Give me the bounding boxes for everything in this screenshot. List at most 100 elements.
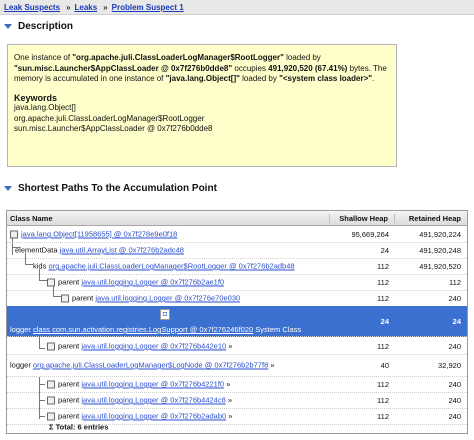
- table-row[interactable]: parent java.util.logging.Logger @ 0x7f27…: [7, 392, 467, 409]
- table-header: Class Name Shallow Heap Retained Heap: [7, 211, 467, 226]
- row-link[interactable]: org.apache.juli.ClassLoaderLogManager$Ro…: [48, 262, 294, 271]
- collapse-triangle-icon: [4, 24, 12, 29]
- total-entries: Total: 6 entries: [55, 422, 109, 432]
- sigma-icon: Σ: [49, 422, 54, 432]
- shallow-heap-value: 95,669,264: [351, 229, 389, 239]
- row-field-name: logger: [10, 360, 31, 370]
- class-icon: ◘: [160, 309, 170, 320]
- row-link[interactable]: java.util.logging.Logger @ 0x7f276b442e1…: [81, 341, 226, 350]
- row-link[interactable]: org.apache.juli.ClassLoaderLogManager$Lo…: [33, 361, 268, 370]
- row-field-name: parent: [58, 395, 80, 405]
- row-field-name: kids: [33, 261, 47, 271]
- description-part: One instance of: [14, 53, 73, 62]
- table-row-selected[interactable]: ◘ logger class com.sun.activation.regist…: [7, 306, 467, 337]
- row-field-name: parent: [72, 293, 94, 303]
- paths-title: Shortest Paths To the Accumulation Point: [18, 183, 217, 194]
- table-row[interactable]: logger org.apache.juli.ClassLoaderLogMan…: [7, 354, 467, 377]
- row-label: java.lang.Object[11958655] @ 0x7f278e9e0…: [10, 229, 177, 239]
- table-row[interactable]: elementData java.util.ArrayList @ 0x7f27…: [7, 242, 467, 259]
- row-label: logger class com.sun.activation.registri…: [10, 325, 301, 334]
- row-link[interactable]: java.util.logging.Logger @ 0x7f276b4424c…: [81, 395, 225, 404]
- shallow-heap-value: 112: [377, 277, 389, 287]
- description-part: loaded by: [239, 74, 280, 83]
- row-field-name: parent: [58, 411, 80, 421]
- breadcrumb: Leak Suspects » Leaks » Problem Suspect …: [0, 0, 474, 15]
- breadcrumb-separator: »: [66, 2, 71, 12]
- table-row[interactable]: parent java.util.logging.Logger @ 0x7f27…: [7, 338, 467, 355]
- retained-heap-value: 491,920,520: [419, 261, 461, 271]
- shallow-heap-value: 24: [380, 316, 389, 326]
- row-field-name: logger: [10, 325, 31, 334]
- column-header-shallow-heap[interactable]: Shallow Heap: [329, 213, 394, 223]
- description-part: "<system class loader>": [279, 74, 373, 83]
- row-name-cell: parent java.util.logging.Logger @ 0x7f27…: [7, 338, 331, 354]
- row-link[interactable]: java.util.logging.Logger @ 0x7f276e70e03…: [95, 293, 240, 302]
- row-label: elementData java.util.ArrayList @ 0x7f27…: [15, 246, 184, 255]
- description-part: "java.lang.Object[]": [165, 74, 240, 83]
- row-label: parent java.util.logging.Logger @ 0x7f27…: [47, 379, 231, 389]
- row-suffix: System Class: [253, 325, 302, 334]
- row-name-cell: logger org.apache.juli.ClassLoaderLogMan…: [7, 354, 331, 376]
- row-name-cell: elementData java.util.ArrayList @ 0x7f27…: [7, 242, 331, 258]
- retained-heap-value: 112: [449, 277, 461, 287]
- shallow-heap-value: 112: [377, 379, 389, 389]
- row-suffix: »: [224, 379, 231, 389]
- row-name-cell: ◘ logger class com.sun.activation.regist…: [7, 306, 331, 336]
- column-header-retained-heap[interactable]: Retained Heap: [394, 213, 467, 223]
- breadcrumb-leak-suspects[interactable]: Leak Suspects: [4, 3, 60, 12]
- description-part: .: [372, 74, 375, 83]
- shallow-heap-value: 40: [380, 360, 389, 370]
- table-total-row: Σ Total: 6 entries: [7, 421, 467, 433]
- row-link[interactable]: java.util.logging.Logger @ 0x7f276b2ae1f…: [81, 277, 224, 286]
- shallow-heap-value: 112: [377, 341, 389, 351]
- paths-section-toggle[interactable]: Shortest Paths To the Accumulation Point: [0, 183, 217, 194]
- breadcrumb-separator: »: [103, 2, 108, 12]
- row-link[interactable]: java.lang.Object[11958655] @ 0x7f278e9e0…: [21, 229, 177, 238]
- shallow-heap-value: 112: [377, 395, 389, 405]
- breadcrumb-leaks[interactable]: Leaks: [74, 3, 97, 12]
- object-icon: [47, 380, 55, 389]
- row-suffix: »: [226, 341, 233, 351]
- row-field-name: elementData: [15, 245, 58, 255]
- retained-heap-value: 240: [448, 395, 461, 405]
- retained-heap-value: 240: [448, 379, 461, 389]
- row-label: kids org.apache.juli.ClassLoaderLogManag…: [33, 262, 295, 271]
- row-name-cell: Σ Total: 6 entries: [7, 421, 331, 433]
- keyword-item: org.apache.juli.ClassLoaderLogManager$Ro…: [14, 113, 205, 123]
- shallow-heap-value: 112: [377, 261, 389, 271]
- table-row[interactable]: java.lang.Object[11958655] @ 0x7f278e9e0…: [7, 226, 467, 243]
- keyword-item: sun.misc.Launcher$AppClassLoader @ 0x7f2…: [14, 124, 213, 133]
- retained-heap-value: 240: [448, 411, 461, 421]
- retained-heap-value: 240: [448, 293, 461, 303]
- object-icon: [61, 294, 69, 303]
- row-link[interactable]: class com.sun.activation.registries.LogS…: [33, 325, 253, 334]
- breadcrumb-problem-suspect-1[interactable]: Problem Suspect 1: [112, 3, 184, 12]
- row-label: parent java.util.logging.Logger @ 0x7f27…: [61, 293, 240, 303]
- description-text: One instance of "org.apache.juli.ClassLo…: [14, 53, 390, 85]
- shallow-heap-value: 112: [377, 293, 389, 303]
- row-label: logger org.apache.juli.ClassLoaderLogMan…: [10, 361, 275, 370]
- table-row[interactable]: kids org.apache.juli.ClassLoaderLogManag…: [7, 258, 467, 275]
- keyword-item: java.lang.Object[]: [14, 103, 76, 112]
- description-section-toggle[interactable]: Description: [0, 21, 73, 32]
- column-header-class-name[interactable]: Class Name: [7, 214, 329, 223]
- row-link[interactable]: java.util.logging.Logger @ 0x7f276b2adab…: [81, 411, 226, 420]
- row-field-name: parent: [58, 379, 80, 389]
- description-title: Description: [18, 21, 74, 32]
- paths-table: Class Name Shallow Heap Retained Heap ja…: [6, 210, 468, 434]
- row-label: parent java.util.logging.Logger @ 0x7f27…: [47, 341, 233, 351]
- row-link[interactable]: java.util.logging.Logger @ 0x7f276b4221f…: [81, 379, 224, 388]
- table-row[interactable]: parent java.util.logging.Logger @ 0x7f27…: [7, 376, 467, 393]
- row-name-cell: parent java.util.logging.Logger @ 0x7f27…: [7, 392, 331, 408]
- shallow-heap-value: 112: [377, 411, 389, 421]
- row-link[interactable]: java.util.ArrayList @ 0x7f276b2adc48: [60, 246, 184, 255]
- row-label: parent java.util.logging.Logger @ 0x7f27…: [47, 411, 233, 421]
- row-name-cell: parent java.util.logging.Logger @ 0x7f27…: [7, 274, 331, 290]
- table-row[interactable]: parent java.util.logging.Logger @ 0x7f27…: [7, 290, 467, 307]
- row-name-cell: parent java.util.logging.Logger @ 0x7f27…: [7, 376, 331, 392]
- table-row[interactable]: parent java.util.logging.Logger @ 0x7f27…: [7, 274, 467, 291]
- row-suffix: »: [226, 411, 233, 421]
- object-icon: [47, 342, 55, 351]
- description-part: "sun.misc.Launcher$AppClassLoader @ 0x7f…: [14, 63, 233, 73]
- row-field-name: parent: [58, 341, 80, 351]
